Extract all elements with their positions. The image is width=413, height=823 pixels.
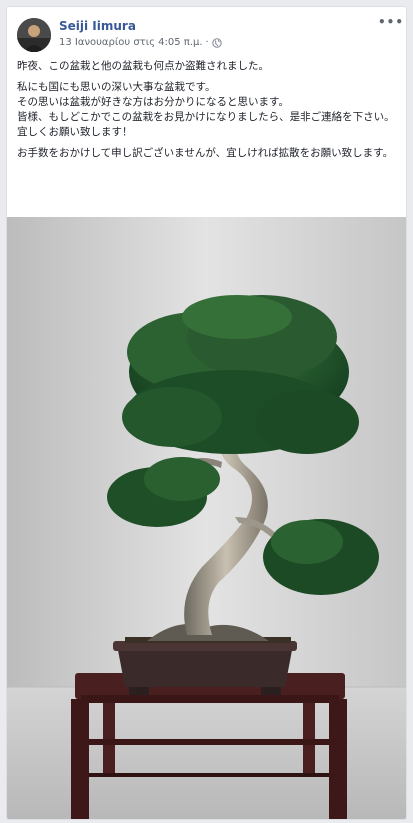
post-photo[interactable] xyxy=(7,217,406,819)
post-paragraph: 私にも国にも思いの深い大事な盆栽です。 その思いは盆栽が好きな方はお分かりになる… xyxy=(17,81,395,138)
meta-separator: · xyxy=(205,37,209,48)
globe-icon[interactable] xyxy=(212,37,222,48)
more-options-button[interactable]: ••• xyxy=(378,16,403,31)
author-name-link[interactable]: Seiji Iimura xyxy=(59,19,136,33)
timestamp-link[interactable]: 13 Ιανουαρίου στις 4:05 π.μ. xyxy=(59,37,203,48)
bonsai-pot xyxy=(113,637,297,695)
post-paragraph: 昨夜、この盆栽と他の盆栽も何点か盗難されました。 xyxy=(17,60,269,72)
post-text: 昨夜、この盆栽と他の盆栽も何点か盗難されました。 私にも国にも思いの深い大事な盆… xyxy=(17,59,402,167)
post-header: Seiji Iimura 13 Ιανουαρίου στις 4:05 π.μ… xyxy=(17,16,403,53)
avatar[interactable] xyxy=(17,18,51,52)
post-paragraph: お手数をおかけして申し訳ございませんが、宜しければ拡散をお願い致します。 xyxy=(17,147,394,159)
bonsai-photo xyxy=(7,217,406,819)
post-meta: 13 Ιανουαρίου στις 4:05 π.μ. · xyxy=(59,37,222,48)
post-card: Seiji Iimura 13 Ιανουαρίου στις 4:05 π.μ… xyxy=(6,6,407,820)
